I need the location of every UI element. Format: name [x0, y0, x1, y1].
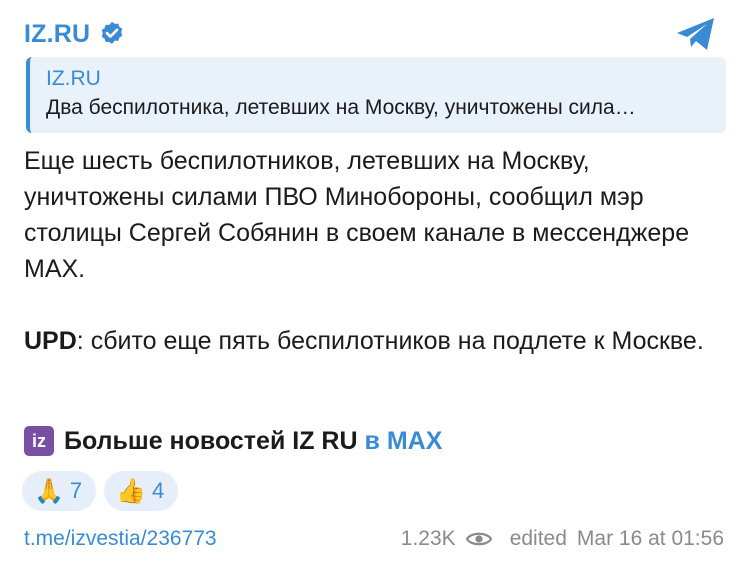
post-link[interactable]: t.me/izvestia/236773	[24, 527, 217, 551]
verified-badge-icon	[102, 21, 123, 44]
post-footer: t.me/izvestia/236773 1.23K edited Mar 16…	[24, 524, 724, 554]
more-news-line: iz Больше новостей IZ RU в MAX	[24, 423, 442, 459]
telegram-share-icon[interactable]	[674, 14, 718, 54]
folded-hands-icon: 🙏	[34, 477, 64, 505]
reactions-bar: 🙏 7 👍 4	[22, 471, 179, 511]
forwarded-quote[interactable]: IZ.RU Два беспилотника, летевших на Моск…	[26, 57, 726, 133]
quote-text: Два беспилотника, летевших на Москву, ун…	[46, 96, 636, 119]
message-body: Еще шесть беспилотников, летевших на Мос…	[24, 143, 724, 359]
view-count: 1.23K	[400, 527, 456, 550]
reaction-count: 7	[69, 478, 83, 503]
upd-label: UPD	[24, 327, 77, 355]
more-news-label: Больше новостей IZ RU	[64, 426, 358, 455]
reaction-count: 4	[152, 478, 165, 503]
upd-text: : сбито еще пять беспилотников на подлет…	[76, 327, 704, 355]
max-link[interactable]: в MAX	[365, 427, 443, 456]
thumbs-up-icon: 👍	[116, 477, 147, 505]
message-paragraph: Еще шесть беспилотников, летевших на Мос…	[24, 147, 690, 283]
post-header: IZ.RU	[24, 14, 718, 54]
post-timestamp: Mar 16 at 01:56	[576, 527, 724, 550]
update-paragraph: UPD: сбито еще пять беспилотников на под…	[24, 323, 724, 359]
reaction-folded-hands[interactable]: 🙏 7	[22, 471, 97, 511]
edited-label: edited	[509, 527, 567, 550]
reaction-thumbs-up[interactable]: 👍 4	[104, 471, 179, 511]
iz-logo-icon: iz	[24, 426, 54, 456]
post-meta: 1.23K edited Mar 16 at 01:56	[401, 527, 724, 551]
eye-icon	[465, 532, 492, 546]
channel-name[interactable]: IZ.RU	[24, 20, 90, 49]
quote-source: IZ.RU	[46, 67, 101, 90]
